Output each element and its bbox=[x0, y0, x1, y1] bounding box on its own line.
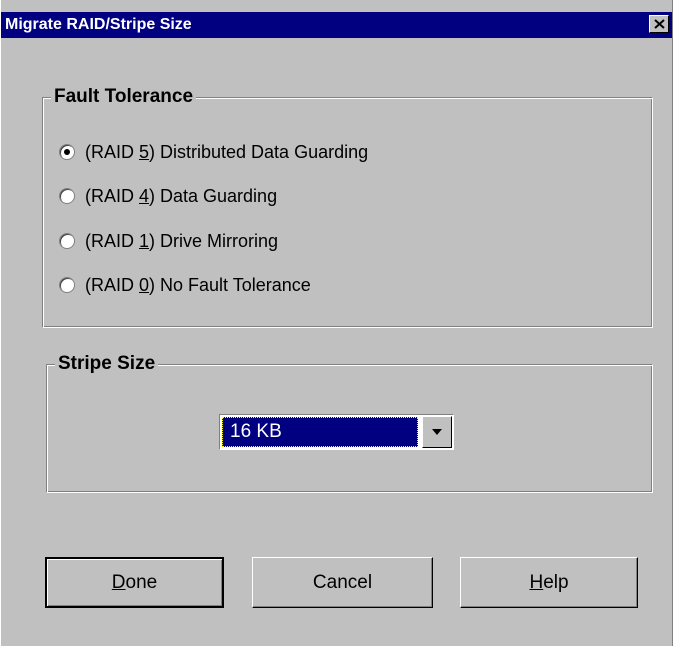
migrate-dialog: Migrate RAID/Stripe Size Fault Tolerance… bbox=[0, 0, 673, 646]
cancel-button[interactable]: Cancel bbox=[252, 557, 433, 608]
radio-label-raid1: (RAID 1) Drive Mirroring bbox=[85, 230, 279, 251]
radio-button-raid4[interactable] bbox=[59, 188, 75, 204]
close-x-icon bbox=[654, 19, 665, 29]
help-button[interactable]: Help bbox=[460, 557, 638, 608]
radio-label-raid5: (RAID 5) Distributed Data Guarding bbox=[85, 141, 369, 162]
done-button[interactable]: Done bbox=[45, 557, 224, 608]
radio-button-raid1[interactable] bbox=[59, 233, 75, 249]
fault-tolerance-legend: Fault Tolerance bbox=[51, 86, 197, 108]
radio-raid1[interactable]: (RAID 1) Drive Mirroring bbox=[59, 229, 278, 253]
stripe-size-legend: Stripe Size bbox=[55, 353, 159, 375]
radio-raid0[interactable]: (RAID 0) No Fault Tolerance bbox=[59, 273, 311, 297]
radio-label-raid4: (RAID 4) Data Guarding bbox=[85, 185, 278, 206]
radio-label-raid0: (RAID 0) No Fault Tolerance bbox=[85, 274, 311, 295]
done-label: Done bbox=[111, 571, 158, 593]
radio-button-raid5[interactable] bbox=[59, 144, 75, 160]
stripe-size-value[interactable]: 16 KB bbox=[222, 417, 418, 447]
close-button[interactable] bbox=[649, 15, 669, 33]
stripe-size-dropdown[interactable]: 16 KB bbox=[219, 414, 454, 450]
help-label: Help bbox=[529, 571, 569, 593]
chevron-down-icon bbox=[432, 429, 442, 435]
cancel-label: Cancel bbox=[312, 571, 373, 593]
radio-selected-dot bbox=[64, 149, 70, 155]
radio-raid4[interactable]: (RAID 4) Data Guarding bbox=[59, 184, 277, 208]
dialog-title: Migrate RAID/Stripe Size bbox=[5, 16, 192, 33]
radio-button-raid0[interactable] bbox=[59, 277, 75, 293]
fault-tolerance-group: Fault Tolerance (RAID 5) Distributed Dat… bbox=[42, 86, 653, 328]
title-bar[interactable]: Migrate RAID/Stripe Size bbox=[1, 12, 672, 38]
radio-raid5[interactable]: (RAID 5) Distributed Data Guarding bbox=[59, 140, 368, 164]
dropdown-arrow-button[interactable] bbox=[422, 416, 452, 448]
